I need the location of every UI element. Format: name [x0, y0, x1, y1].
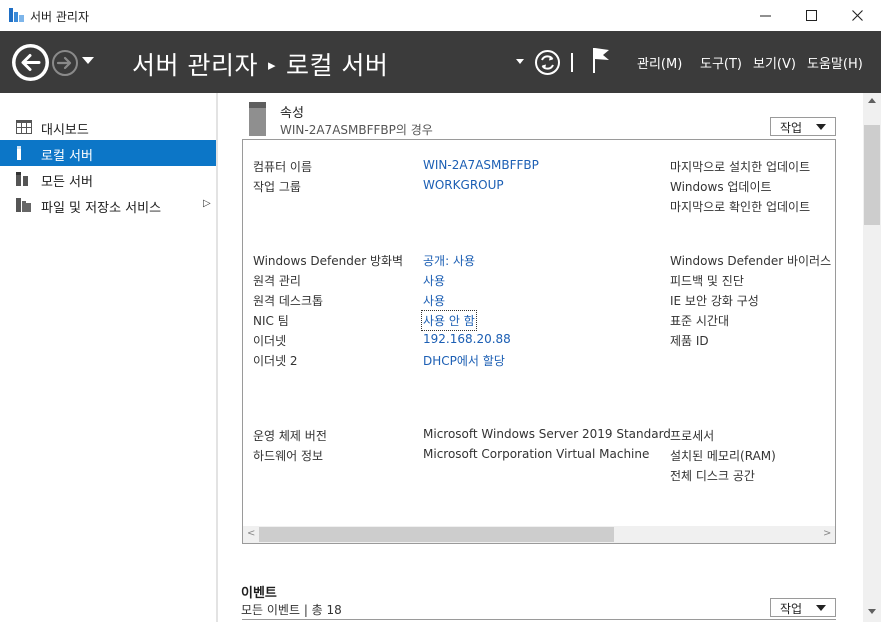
arrow-right-icon [56, 56, 72, 70]
nav-item-label: 로컬 서버 [41, 149, 93, 164]
prop-label: 마지막으로 확인한 업데이트 [670, 200, 811, 214]
prop-label: 설치된 메모리(RAM) [670, 449, 776, 463]
computer-name-link[interactable]: WIN-2A7ASMBFFBP [423, 158, 539, 172]
breadcrumb: 서버 관리자 ▸ 로컬 서버 [132, 46, 388, 82]
window-title: 서버 관리자 [30, 10, 90, 24]
prop-label: Windows Defender 바이러스 백 [670, 254, 836, 268]
ethernet-link[interactable]: 192.168.20.88 [423, 332, 511, 346]
tasks-label: 작업 [780, 602, 803, 616]
nav-item-label: 모든 서버 [41, 175, 93, 190]
all-servers-icon [16, 172, 28, 186]
ethernet2-link[interactable]: DHCP에서 할당 [423, 352, 505, 369]
header-divider [571, 53, 573, 72]
close-button[interactable] [834, 0, 880, 31]
left-navigation: 대시보드 로컬 서버 모든 서버 파일 및 저장소 서비스 ▷ [0, 93, 216, 622]
properties-title: 속성 [280, 106, 304, 121]
breadcrumb-dropdown-icon[interactable] [516, 59, 524, 64]
chevron-right-icon[interactable]: ▷ [203, 198, 211, 209]
remote-desktop-link[interactable]: 사용 [423, 292, 445, 309]
events-tasks-button[interactable]: 작업 [770, 598, 836, 617]
maximize-button[interactable] [788, 0, 834, 31]
prop-label: 프로세서 [670, 429, 715, 443]
minimize-button[interactable] [742, 0, 788, 31]
prop-label: 표준 시간대 [670, 314, 730, 328]
breadcrumb-separator: ▸ [267, 56, 276, 74]
prop-label: 컴퓨터 이름 [253, 160, 313, 174]
nav-item-dashboard[interactable]: 대시보드 [0, 114, 216, 140]
history-dropdown-icon[interactable] [82, 57, 94, 64]
nav-item-all-servers[interactable]: 모든 서버 [0, 166, 216, 192]
scroll-left-icon[interactable]: < [247, 528, 255, 539]
properties-panel: 컴퓨터 이름 WIN-2A7ASMBFFBP 작업 그룹 WORKGROUP W… [242, 139, 836, 544]
nic-teaming-link[interactable]: 사용 안 함 [421, 310, 477, 331]
prop-label: 이더넷 2 [253, 354, 298, 368]
nav-item-file-storage[interactable]: 파일 및 저장소 서비스 ▷ [0, 192, 216, 218]
prop-label: 전체 디스크 공간 [670, 469, 755, 483]
prop-label: 원격 관리 [253, 274, 301, 288]
nav-item-label: 파일 및 저장소 서비스 [41, 201, 162, 216]
back-button[interactable] [12, 44, 49, 81]
events-subtitle: 모든 이벤트 | 총 18 [241, 603, 342, 617]
refresh-icon [541, 55, 554, 70]
properties-tasks-button[interactable]: 작업 [770, 117, 836, 136]
dashboard-icon [16, 120, 32, 134]
prop-label: 운영 체제 버전 [253, 429, 327, 443]
prop-label: 마지막으로 설치한 업데이트 [670, 160, 811, 174]
vertical-scroll-thumb[interactable] [864, 125, 880, 225]
breadcrumb-current: 로컬 서버 [285, 51, 389, 80]
file-storage-icon [16, 198, 31, 212]
maximize-icon [805, 10, 817, 21]
prop-label: IE 보안 강화 구성 [670, 294, 759, 308]
title-bar: 서버 관리자 [0, 0, 881, 31]
prop-label: Windows Defender 방화벽 [253, 254, 404, 268]
scroll-up-icon[interactable] [868, 98, 876, 103]
prop-label: 제품 ID [670, 334, 709, 348]
header-bar: 서버 관리자 ▸ 로컬 서버 관리(M) 도구(T) 보기(V) 도움말(H) [0, 31, 881, 93]
vertical-scrollbar[interactable] [863, 93, 881, 622]
menu-manage[interactable]: 관리(M) [637, 53, 682, 72]
workgroup-link[interactable]: WORKGROUP [423, 178, 504, 192]
prop-label: Windows 업데이트 [670, 180, 772, 194]
prop-label: 하드웨어 정보 [253, 449, 324, 463]
menu-view[interactable]: 보기(V) [753, 53, 796, 72]
events-title: 이벤트 [241, 586, 277, 601]
prop-label: 피드백 및 진단 [670, 274, 744, 288]
chevron-down-icon [816, 605, 826, 611]
prop-label: 이더넷 [253, 334, 287, 348]
horizontal-scrollbar[interactable]: < > [243, 526, 835, 543]
horizontal-scroll-thumb[interactable] [259, 527, 614, 542]
prop-label: NIC 팀 [253, 314, 289, 328]
scroll-down-icon[interactable] [868, 609, 876, 614]
tasks-label: 작업 [780, 121, 803, 135]
nav-item-local-server[interactable]: 로컬 서버 [0, 140, 216, 166]
minimize-icon [759, 15, 771, 16]
breadcrumb-root[interactable]: 서버 관리자 [132, 51, 258, 80]
firewall-link[interactable]: 공개: 사용 [423, 252, 475, 269]
arrow-left-icon [15, 47, 46, 78]
server-tile-icon [249, 102, 266, 136]
os-version-value: Microsoft Windows Server 2019 Standard [423, 427, 671, 441]
close-icon [851, 10, 863, 21]
local-server-icon [17, 146, 21, 160]
remote-management-link[interactable]: 사용 [423, 272, 445, 289]
hardware-info-value: Microsoft Corporation Virtual Machine [423, 447, 650, 461]
menu-tools[interactable]: 도구(T) [700, 53, 742, 72]
notification-flag-icon[interactable] [591, 47, 611, 73]
prop-label: 원격 데스크톱 [253, 294, 324, 308]
chevron-down-icon [816, 124, 826, 130]
properties-subtitle: WIN-2A7ASMBFFBP의 경우 [280, 123, 433, 137]
forward-button[interactable] [52, 50, 78, 76]
nav-item-label: 대시보드 [41, 123, 89, 138]
menu-help[interactable]: 도움말(H) [807, 53, 863, 72]
prop-label: 작업 그룹 [253, 180, 301, 194]
server-manager-app-icon [9, 8, 24, 22]
refresh-button[interactable] [535, 50, 560, 75]
main-content: 속성 WIN-2A7ASMBFFBP의 경우 작업 컴퓨터 이름 WIN-2A7… [218, 93, 863, 622]
scroll-right-icon[interactable]: > [823, 528, 831, 539]
